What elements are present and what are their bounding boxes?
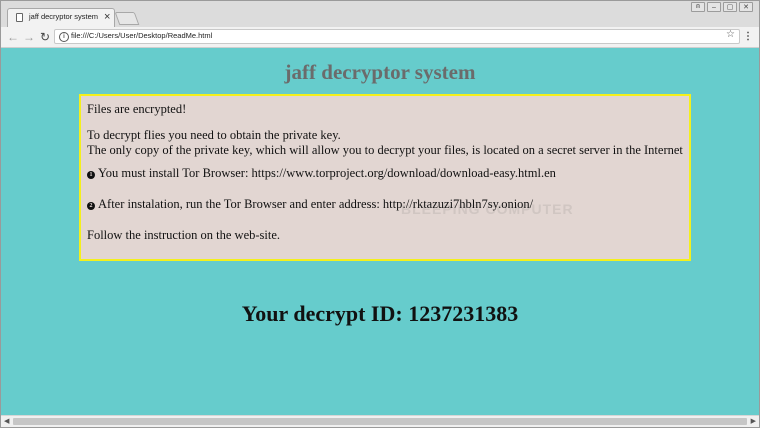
bookmark-star-icon[interactable]: ☆ bbox=[726, 29, 735, 40]
scroll-left-icon[interactable]: ◀ bbox=[4, 417, 9, 425]
info-icon[interactable]: i bbox=[59, 32, 69, 42]
scroll-right-icon[interactable]: ▶ bbox=[751, 417, 756, 425]
tab-active[interactable]: jaff decryptor system × bbox=[7, 8, 115, 27]
scrollbar-thumb[interactable] bbox=[13, 418, 747, 425]
horizontal-scrollbar[interactable]: ◀ ▶ bbox=[1, 415, 759, 427]
step-number-2-icon: 2 bbox=[87, 202, 95, 210]
window-controls: ⍝ – ▢ ✕ bbox=[691, 2, 753, 12]
files-encrypted-text: Files are encrypted! bbox=[87, 102, 187, 116]
url-text: file:///C:/Users/User/Desktop/ReadMe.htm… bbox=[71, 31, 213, 40]
step-1-text: You must install Tor Browser: https://ww… bbox=[98, 166, 556, 180]
user-icon[interactable]: ⍝ bbox=[691, 2, 705, 12]
menu-dots-icon[interactable]: ⋮ bbox=[743, 30, 753, 44]
reload-icon[interactable]: ↻ bbox=[39, 30, 51, 44]
forward-arrow-icon[interactable]: → bbox=[23, 30, 35, 44]
step-number-1-icon: 1 bbox=[87, 171, 95, 179]
back-arrow-icon[interactable]: ← bbox=[7, 30, 19, 44]
page-icon bbox=[16, 13, 23, 22]
page-content: jaff decryptor system Files are encrypte… bbox=[1, 48, 759, 415]
new-tab-button[interactable] bbox=[114, 12, 140, 25]
toolbar: ← → ↻ i file:///C:/Users/User/Desktop/Re… bbox=[1, 27, 759, 48]
decrypt-id: Your decrypt ID: 1237231383 bbox=[241, 301, 519, 326]
maximize-icon[interactable]: ▢ bbox=[723, 2, 737, 12]
tab-close-icon[interactable]: × bbox=[104, 10, 110, 24]
private-key-text: The only copy of the private key, which … bbox=[87, 143, 683, 157]
minimize-icon[interactable]: – bbox=[707, 2, 721, 12]
step-2: 2 After instalation, run the Tor Browser … bbox=[87, 197, 689, 212]
ransom-notice-box: Files are encrypted! To decrypt flies yo… bbox=[79, 94, 691, 261]
follow-instruction-text: Follow the instruction on the web-site. bbox=[87, 228, 281, 242]
close-icon[interactable]: ✕ bbox=[739, 2, 753, 12]
browser-window: jaff decryptor system × ⍝ – ▢ ✕ ← → ↻ i … bbox=[0, 0, 760, 428]
decrypt-instruction-text: To decrypt flies you need to obtain the … bbox=[87, 128, 341, 142]
tab-title: jaff decryptor system bbox=[29, 12, 99, 21]
address-bar[interactable]: i file:///C:/Users/User/Desktop/ReadMe.h… bbox=[54, 29, 740, 44]
watermark-logo: BLEEPING COMPUTER bbox=[401, 201, 574, 217]
tab-strip: jaff decryptor system × ⍝ – ▢ ✕ bbox=[1, 1, 759, 27]
page-title: jaff decryptor system bbox=[284, 60, 476, 84]
step-1: 1 You must install Tor Browser: https://w… bbox=[87, 166, 689, 181]
